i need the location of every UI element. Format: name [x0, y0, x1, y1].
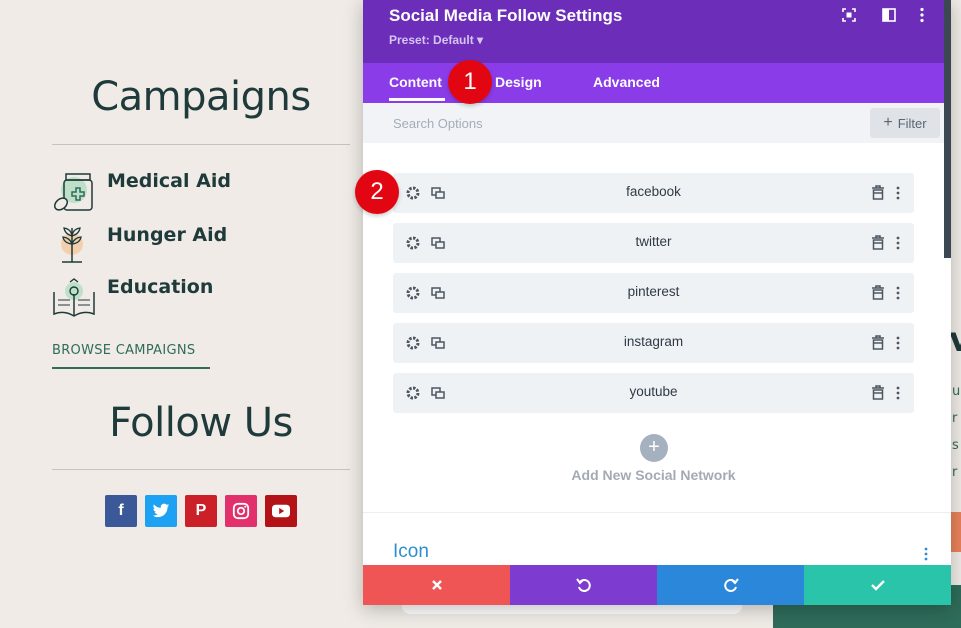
more-options-icon[interactable]: [895, 285, 911, 301]
checkmark-icon: [870, 580, 885, 591]
trash-icon[interactable]: [871, 385, 887, 401]
modal-title: Social Media Follow Settings: [389, 6, 623, 25]
pinterest-icon[interactable]: P: [185, 495, 217, 527]
campaigns-heading: Campaigns: [91, 74, 311, 120]
network-label: pinterest: [627, 284, 680, 299]
split-view-icon[interactable]: [882, 7, 898, 23]
network-row-twitter[interactable]: twitter: [393, 223, 914, 263]
tab-design[interactable]: Design: [495, 74, 542, 90]
plant-sprout-icon: [52, 224, 96, 268]
page-scrollbar[interactable]: [944, 0, 951, 258]
section-divider: [363, 512, 951, 513]
filter-label: Filter: [897, 115, 927, 131]
more-options-icon[interactable]: [895, 385, 911, 401]
more-options-icon[interactable]: [895, 335, 911, 351]
modal-footer: [363, 565, 951, 605]
campaign-item-hunger[interactable]: Hunger Aid: [52, 224, 227, 268]
divider: [52, 144, 350, 145]
more-options-icon[interactable]: [919, 7, 935, 23]
network-label: facebook: [626, 184, 681, 199]
trash-icon[interactable]: [871, 285, 887, 301]
icon-section-toggle[interactable]: Icon: [393, 541, 429, 563]
campaign-label: Education: [107, 276, 214, 298]
page-left-column: Campaigns Medical Aid Hunger Aid Educati…: [0, 0, 400, 628]
fullscreen-icon[interactable]: [842, 7, 858, 23]
twitter-icon[interactable]: [145, 495, 177, 527]
active-tab-indicator: [389, 98, 445, 101]
network-row-facebook[interactable]: facebook: [393, 173, 914, 213]
network-label: youtube: [629, 384, 678, 399]
campaign-item-medical[interactable]: Medical Aid: [52, 170, 231, 214]
instagram-icon[interactable]: [225, 495, 257, 527]
redo-icon: [723, 578, 739, 592]
medicine-bottle-icon: [52, 170, 96, 214]
divider: [52, 469, 350, 470]
filter-button[interactable]: + Filter: [870, 108, 940, 138]
follow-us-heading: Follow Us: [109, 400, 293, 446]
network-row-youtube[interactable]: youtube: [393, 373, 914, 413]
trash-icon[interactable]: [871, 335, 887, 351]
redo-button[interactable]: [657, 565, 804, 605]
link-underline: [52, 367, 210, 369]
tab-advanced[interactable]: Advanced: [593, 74, 660, 90]
add-network-label[interactable]: Add New Social Network: [363, 467, 944, 483]
network-row-instagram[interactable]: instagram: [393, 323, 914, 363]
campaign-label: Hunger Aid: [107, 224, 228, 246]
more-options-icon[interactable]: [895, 235, 911, 251]
step-badge-2: 2: [355, 170, 399, 214]
trash-icon[interactable]: [871, 185, 887, 201]
close-icon: [431, 580, 442, 590]
modal-header: Social Media Follow Settings Preset: Def…: [363, 0, 951, 63]
tab-content[interactable]: Content: [389, 74, 442, 90]
undo-button[interactable]: [510, 565, 657, 605]
add-network-button[interactable]: +: [640, 434, 668, 462]
youtube-icon[interactable]: [265, 495, 297, 527]
network-label: instagram: [623, 334, 684, 349]
more-options-icon[interactable]: [895, 185, 911, 201]
search-input[interactable]: Search Options: [393, 116, 483, 131]
undo-icon: [575, 578, 591, 592]
campaign-label: Medical Aid: [107, 170, 231, 192]
step-badge-1: 1: [448, 60, 492, 104]
facebook-icon[interactable]: f: [105, 495, 137, 527]
cancel-button[interactable]: [363, 565, 510, 605]
search-options-bar: Search Options + Filter: [363, 103, 951, 143]
plus-icon: +: [883, 114, 893, 131]
social-follow-row: f P: [105, 495, 297, 527]
campaign-item-education[interactable]: Education: [52, 276, 213, 320]
network-label: twitter: [635, 234, 672, 249]
trash-icon[interactable]: [871, 235, 887, 251]
save-button[interactable]: [804, 565, 951, 605]
preset-dropdown[interactable]: Preset: Default ▾: [389, 33, 483, 47]
browse-campaigns-link[interactable]: BROWSE CAMPAIGNS: [52, 343, 195, 358]
section-options-icon[interactable]: [923, 546, 933, 562]
open-book-icon: [52, 276, 96, 320]
network-row-pinterest[interactable]: pinterest: [393, 273, 914, 313]
